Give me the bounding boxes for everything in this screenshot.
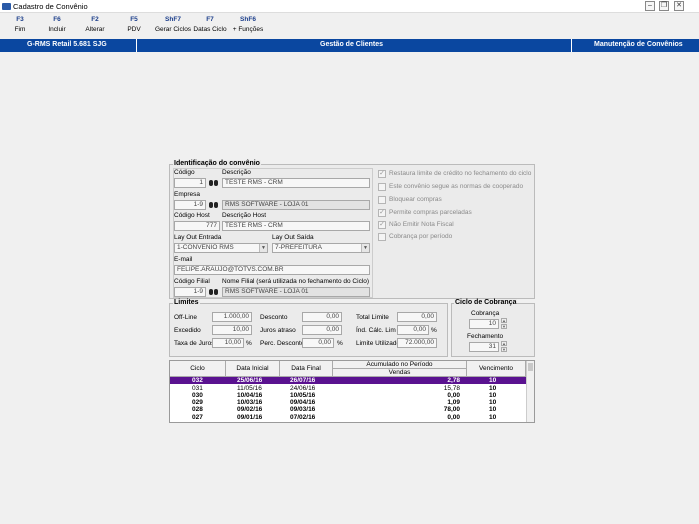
- codigo-host-field[interactable]: 777: [174, 221, 220, 231]
- desconto-field[interactable]: 0,00: [302, 312, 342, 322]
- binoculars-icon[interactable]: [209, 201, 218, 209]
- title-bar: Cadastro de Convênio – ❐ ✕: [0, 0, 699, 13]
- bloquear-compras-label: Bloquear compras: [389, 196, 442, 203]
- fechamento-label: Fechamento: [467, 333, 504, 340]
- restaura-limite-label: Restaura limite de crédito no fechamento…: [389, 170, 532, 177]
- restaura-limite-checkbox[interactable]: ✓: [378, 170, 386, 178]
- descricao-field[interactable]: TESTE RMS - CRM: [222, 178, 370, 188]
- ind-calc-lim-label: Índ. Cálc. Lim: [356, 327, 396, 334]
- nao-emitir-nf-label: Não Emitir Nota Fiscal: [389, 221, 454, 228]
- vertical-scrollbar[interactable]: [526, 361, 534, 422]
- total-limite-field: 0,00: [397, 312, 437, 322]
- col-ciclo-header[interactable]: Ciclo: [170, 361, 226, 377]
- col-data-inicial-header[interactable]: Data Inicial: [226, 361, 280, 377]
- col-data-final-header[interactable]: Data Final: [280, 361, 333, 377]
- pdv-button[interactable]: F5 PDV: [122, 16, 146, 33]
- limite-utilizado-field: 72.000,00: [397, 338, 437, 348]
- cobranca-field[interactable]: 10: [469, 319, 499, 329]
- ciclo-cobranca-title: Ciclo de Cobrança: [454, 299, 518, 306]
- close-button[interactable]: ✕: [674, 1, 684, 11]
- taxa-juros-field[interactable]: 10,00: [212, 338, 244, 348]
- module-name: Gestão de Clientes: [320, 41, 384, 48]
- compras-parceladas-checkbox[interactable]: ✓: [378, 209, 386, 217]
- function-key-toolbar: F3 Fim F6 Incluir F2 Alterar F5 PDV ShF7 Gera…: [0, 13, 699, 39]
- binoculars-icon[interactable]: [209, 179, 218, 187]
- scrollbar-thumb[interactable]: [528, 363, 533, 371]
- codigo-host-label: Código Host: [174, 212, 210, 219]
- minimize-button[interactable]: –: [645, 1, 655, 11]
- offline-label: Off-Line: [174, 314, 198, 321]
- descricao-label: Descrição: [222, 169, 251, 176]
- nao-emitir-nf-checkbox[interactable]: ✓: [378, 221, 386, 229]
- table-row[interactable]: 028 09/02/16 09/03/16 78,00 10: [170, 406, 526, 413]
- mais-funcoes-button[interactable]: ShF6 + Funções: [230, 16, 266, 33]
- chevron-down-icon[interactable]: ▼: [361, 244, 369, 252]
- layout-entrada-label: Lay Out Entrada: [174, 234, 222, 241]
- alterar-button[interactable]: F2 Alterar: [83, 16, 107, 33]
- empresa-label: Empresa: [174, 191, 201, 198]
- codigo-filial-label: Código Filial: [174, 278, 210, 285]
- layout-saida-label: Lay Out Saída: [272, 234, 314, 241]
- cooperado-checkbox[interactable]: [378, 183, 386, 191]
- email-label: E-mail: [174, 256, 193, 263]
- codigo-label: Código: [174, 169, 195, 176]
- codigo-filial-field[interactable]: 1-9: [174, 287, 206, 297]
- offline-field[interactable]: 1.000,00: [212, 312, 252, 322]
- ciclos-grid[interactable]: Ciclo Data Inicial Data Final Acumulado …: [169, 360, 535, 423]
- codigo-field[interactable]: 1: [174, 178, 206, 188]
- bloquear-compras-checkbox[interactable]: [378, 196, 386, 204]
- table-row[interactable]: 031 11/05/16 24/06/16 15,78 10: [170, 385, 526, 392]
- cobranca-periodo-checkbox[interactable]: [378, 233, 386, 241]
- taxa-juros-label: Taxa de Juros: [174, 340, 215, 347]
- empresa-code-field[interactable]: 1-9: [174, 200, 206, 210]
- screen-name: Manutenção de Convênios: [594, 41, 683, 48]
- compras-parceladas-label: Permite compras parceladas: [389, 209, 472, 216]
- empresa-name-field: RMS SOFTWARE - LOJA 01: [222, 200, 370, 210]
- perc-desconto-field[interactable]: 0,00: [302, 338, 334, 348]
- spin-down-icon[interactable]: ▼: [501, 347, 507, 352]
- layout-saida-select[interactable]: 7-PREFEITURA ▼: [272, 243, 370, 253]
- app-icon: [2, 3, 11, 10]
- binoculars-icon[interactable]: [209, 288, 218, 296]
- module-header-bar: G-RMS Retail 5.681 SJG Gestão de Cliente…: [0, 39, 699, 52]
- cooperado-label: Este convênio segue as normas de coopera…: [389, 183, 524, 190]
- chevron-down-icon[interactable]: ▼: [259, 244, 267, 252]
- cobranca-periodo-label: Cobrança por período: [389, 233, 453, 240]
- window-title: Cadastro de Convênio: [13, 2, 88, 11]
- cobranca-label: Cobrança: [471, 310, 500, 317]
- spin-down-icon[interactable]: ▼: [501, 324, 507, 329]
- excedido-field[interactable]: 10,00: [212, 325, 252, 335]
- restore-button[interactable]: ❐: [659, 1, 669, 11]
- excedido-label: Excedido: [174, 327, 201, 334]
- limite-utilizado-label: Limite Utilizado: [356, 340, 401, 347]
- table-row[interactable]: 032 25/06/16 26/07/16 2,78 10: [170, 377, 526, 384]
- ind-calc-lim-field[interactable]: 0,00: [397, 325, 429, 335]
- layout-entrada-select[interactable]: 1-CONVENIO RMS ▼: [174, 243, 268, 253]
- system-version: G-RMS Retail 5.681 SJG: [27, 41, 107, 48]
- identificacao-title: Identificação do convênio: [173, 160, 261, 167]
- descricao-host-field[interactable]: TESTE RMS - CRM: [222, 221, 370, 231]
- email-field[interactable]: FELIPE.ARAUJO@TOTVS.COM.BR: [174, 265, 370, 275]
- desconto-label: Desconto: [260, 314, 288, 321]
- col-vencimento-header[interactable]: Vencimento: [467, 361, 526, 377]
- incluir-button[interactable]: F6 Incluir: [45, 16, 69, 33]
- gerar-ciclos-button[interactable]: ShF7 Gerar Ciclos: [153, 16, 193, 33]
- fechamento-field[interactable]: 31: [469, 342, 499, 352]
- table-row[interactable]: 029 10/03/16 09/04/16 1,09 10: [170, 399, 526, 406]
- spin-up-icon[interactable]: ▲: [501, 341, 507, 346]
- juros-atraso-field[interactable]: 0,00: [302, 325, 342, 335]
- col-acumulado-header[interactable]: Acumulado no Período Vendas: [333, 361, 467, 377]
- fim-button[interactable]: F3 Fim: [8, 16, 32, 33]
- table-row[interactable]: 030 10/04/16 10/05/16 0,00 10: [170, 392, 526, 399]
- descricao-host-label: Descrição Host: [222, 212, 267, 219]
- table-row[interactable]: 027 09/01/16 07/02/16 0,00 10: [170, 414, 526, 421]
- juros-atraso-label: Juros atraso: [260, 327, 296, 334]
- total-limite-label: Total Limite: [356, 314, 389, 321]
- nome-filial-label: Nome Filial (será utilizada no fechament…: [222, 278, 370, 285]
- datas-ciclo-button[interactable]: F7 Datas Ciclo: [193, 16, 227, 33]
- nome-filial-field: RMS SOFTWARE - LOJA 01: [222, 287, 370, 297]
- perc-desconto-label: Perc. Desconto: [260, 340, 305, 347]
- limites-title: Limites: [173, 299, 200, 306]
- spin-up-icon[interactable]: ▲: [501, 318, 507, 323]
